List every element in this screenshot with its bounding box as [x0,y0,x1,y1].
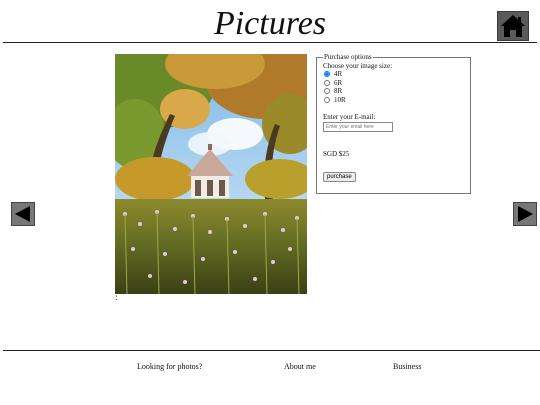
footer-link-looking-for-photos[interactable]: Looking for photos? [137,362,202,371]
purchase-legend: Purchase options [324,53,372,61]
left-arrow-icon [15,206,30,222]
header-divider [3,42,537,43]
purchase-button[interactable]: purchase [323,172,356,182]
size-radio-10r[interactable] [324,96,330,103]
footer-divider [3,350,540,351]
size-label: 4R [334,70,343,79]
page-title: Pictures [213,5,327,42]
size-label: 6R [334,78,343,87]
size-label: 10R [334,95,346,104]
house-icon [501,15,525,37]
size-label: 8R [334,87,343,96]
footer-link-business[interactable]: Business [393,362,421,371]
size-option-10r[interactable]: 10R [323,96,464,105]
right-arrow-icon [518,206,533,222]
email-label: Enter your E-mail: [323,113,376,121]
size-radio-8r[interactable] [324,88,330,95]
size-radio-4r[interactable] [324,71,330,78]
home-button[interactable] [497,11,529,41]
next-photo-button[interactable] [513,202,537,226]
gazebo-photo [115,54,307,294]
size-radio-6r[interactable] [324,79,330,86]
size-prompt: Choose your image size: [323,62,393,70]
size-option-8r[interactable]: 8R [323,87,464,96]
footer-link-about-me[interactable]: About me [284,362,316,371]
photo-caption: : [115,292,118,302]
size-option-6r[interactable]: 6R [323,79,464,88]
purchase-options-form: Purchase options Choose your image size:… [316,53,471,194]
size-option-4r[interactable]: 4R [323,70,464,79]
previous-photo-button[interactable] [11,202,35,226]
price-text: SGD $25 [323,150,350,158]
email-input[interactable] [323,122,393,132]
